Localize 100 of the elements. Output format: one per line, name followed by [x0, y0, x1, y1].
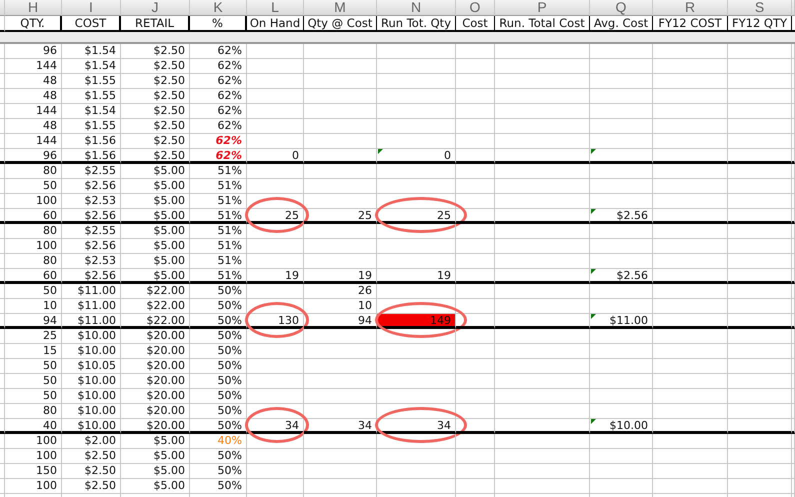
table-cell: $5.00: [121, 179, 190, 194]
empty-cell: [456, 359, 495, 374]
table-cell: 50%: [190, 404, 247, 419]
table-cell: 50%: [190, 329, 247, 344]
empty-cell: [456, 179, 495, 194]
table-cell: 51%: [190, 179, 247, 194]
empty-cell: [728, 179, 792, 194]
table-cell: 150: [5, 464, 62, 479]
empty-cell: [728, 209, 792, 224]
table-cell: 10: [358, 299, 372, 312]
table-cell: $1.55: [62, 119, 121, 134]
table-cell: $20.00: [121, 389, 190, 404]
table-cell: 100: [5, 479, 62, 494]
table-cell: 80: [5, 164, 62, 179]
empty-cell: [728, 104, 792, 119]
table-cell: 50: [5, 179, 62, 194]
table-cell: $1.54: [62, 104, 121, 119]
table-cell: $2.55: [62, 164, 121, 179]
table-cell: 60: [5, 269, 62, 284]
table-cell: 51%: [190, 194, 247, 209]
empty-cell: [456, 479, 495, 494]
table-cell: 50%: [190, 449, 247, 464]
empty-cell: [456, 44, 495, 59]
empty-cell: [456, 104, 495, 119]
table-cell: $2.53: [62, 194, 121, 209]
table-cell: 0: [444, 149, 451, 162]
empty-cell: [728, 479, 792, 494]
table-cell: 60: [5, 209, 62, 224]
table-cell: 25: [358, 209, 372, 222]
table-cell: $1.55: [62, 89, 121, 104]
column-letter[interactable]: J: [121, 0, 190, 16]
table-cell: $5.00: [121, 164, 190, 179]
empty-cell: [728, 239, 792, 254]
column-letter[interactable]: L: [247, 0, 304, 16]
empty-cell: [728, 44, 792, 59]
table-cell: 62%: [190, 104, 247, 119]
table-cell: 100: [5, 449, 62, 464]
table-cell: 80: [5, 404, 62, 419]
column-letter[interactable]: Q: [590, 0, 653, 16]
table-cell: 144: [5, 134, 62, 149]
table-cell: $20.00: [121, 359, 190, 374]
table-cell: $10.05: [62, 359, 121, 374]
column-letter[interactable]: K: [190, 0, 247, 16]
column-letter[interactable]: I: [62, 0, 121, 16]
empty-cell: [456, 329, 495, 344]
table-cell: 62%: [190, 59, 247, 74]
table-cell: $10.00: [62, 419, 121, 434]
empty-cell: [728, 59, 792, 74]
table-cell: $2.53: [62, 254, 121, 269]
table-cell: $2.56: [62, 179, 121, 194]
table-cell: 62%: [190, 74, 247, 89]
empty-cell: [456, 389, 495, 404]
table-cell: 34: [285, 419, 299, 432]
table-cell: $22.00: [121, 314, 190, 329]
table-cell: 51%: [190, 224, 247, 239]
column-letter[interactable]: N: [377, 0, 456, 16]
column-letter[interactable]: R: [653, 0, 728, 16]
table-cell: 0: [292, 149, 299, 162]
column-letter[interactable]: P: [495, 0, 590, 16]
empty-cell: [728, 344, 792, 359]
table-cell: $2.50: [121, 89, 190, 104]
column-letter[interactable]: H: [5, 0, 62, 16]
table-cell: $11.00: [62, 299, 121, 314]
column-letter[interactable]: O: [456, 0, 495, 16]
table-cell: 25: [5, 329, 62, 344]
table-cell: 51%: [190, 254, 247, 269]
empty-cell: [728, 149, 792, 164]
empty-cell: [728, 389, 792, 404]
empty-cell: [456, 254, 495, 269]
table-cell: $10.00: [610, 419, 648, 432]
table-cell: $2.50: [121, 59, 190, 74]
table-cell: $2.50: [121, 104, 190, 119]
table-cell: $10.00: [62, 389, 121, 404]
table-cell: 50%: [190, 359, 247, 374]
table-cell: $10.00: [62, 329, 121, 344]
table-cell: $2.56: [62, 209, 121, 224]
table-cell: $2.50: [62, 479, 121, 494]
table-cell: $2.56: [62, 239, 121, 254]
table-cell: 19: [358, 269, 372, 282]
table-cell: $2.00: [62, 434, 121, 449]
empty-cell: [456, 89, 495, 104]
table-cell: $2.56: [616, 269, 648, 282]
column-letter[interactable]: S: [728, 0, 792, 16]
table-cell: 25: [285, 209, 299, 222]
table-cell: $20.00: [121, 374, 190, 389]
table-cell: $1.54: [62, 59, 121, 74]
table-cell: 40: [5, 419, 62, 434]
empty-cell: [728, 269, 792, 284]
table-cell: 40%: [190, 434, 247, 449]
table-cell: 50%: [190, 464, 247, 479]
empty-cell: [728, 449, 792, 464]
table-cell: $10.00: [62, 344, 121, 359]
table-cell: 50: [5, 389, 62, 404]
empty-cell: [456, 134, 495, 149]
column-letter[interactable]: M: [304, 0, 377, 16]
table-cell: 62%: [190, 89, 247, 104]
empty-cell: [456, 224, 495, 239]
table-cell: $10.00: [62, 374, 121, 389]
table-cell: $1.54: [62, 44, 121, 59]
table-cell: 15: [5, 344, 62, 359]
